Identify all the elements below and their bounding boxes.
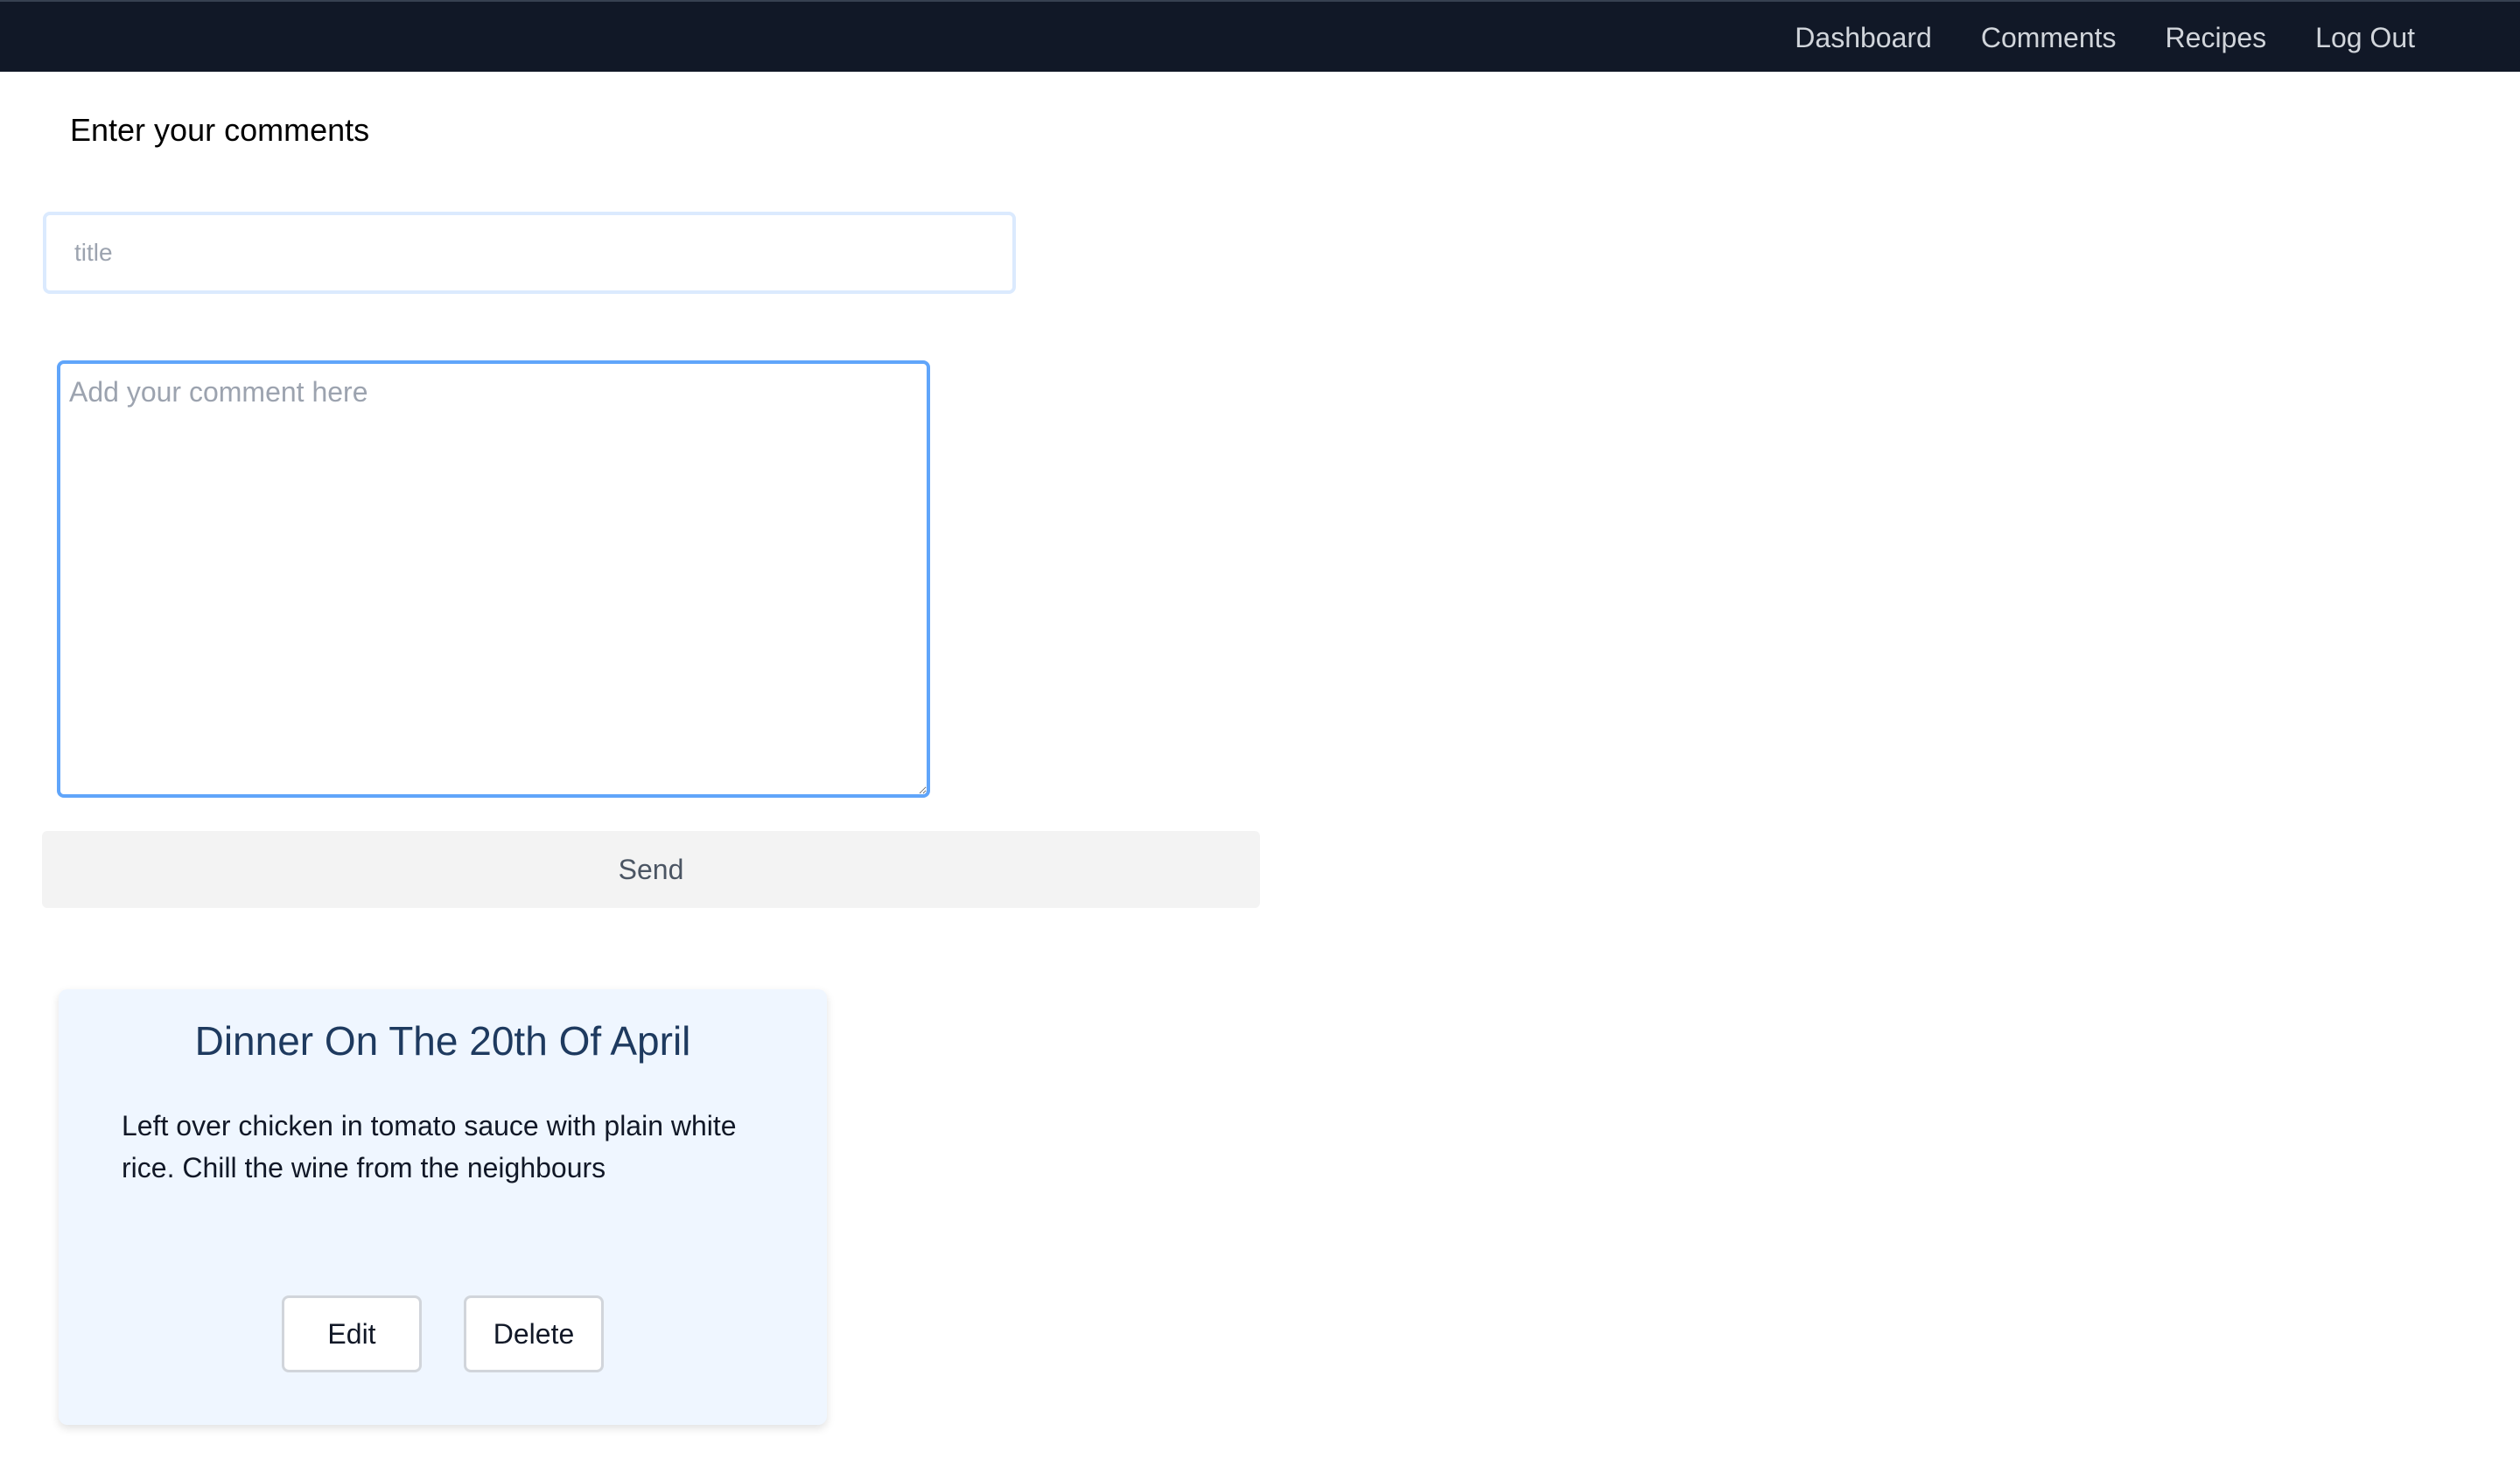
page-heading: Enter your comments <box>70 112 370 148</box>
nav-links: Dashboard Comments Recipes Log Out <box>1746 2 2415 73</box>
comment-card: Dinner On The 20th Of April Left over ch… <box>59 989 827 1425</box>
nav-link-recipes[interactable]: Recipes <box>2166 22 2267 54</box>
comment-title: Dinner On The 20th Of April <box>194 1018 691 1064</box>
edit-button[interactable]: Edit <box>282 1295 422 1372</box>
top-navbar: Dashboard Comments Recipes Log Out <box>0 0 2520 72</box>
comment-body: Left over chicken in tomato sauce with p… <box>122 1110 737 1183</box>
nav-link-comments[interactable]: Comments <box>1981 22 2117 54</box>
delete-button[interactable]: Delete <box>464 1295 604 1372</box>
send-button[interactable]: Send <box>42 831 1260 908</box>
nav-link-dashboard[interactable]: Dashboard <box>1795 22 1932 54</box>
title-input[interactable] <box>43 212 1016 294</box>
nav-link-logout[interactable]: Log Out <box>2315 22 2415 54</box>
comment-actions: Edit Delete <box>59 1295 827 1372</box>
comment-textarea[interactable] <box>57 360 930 798</box>
